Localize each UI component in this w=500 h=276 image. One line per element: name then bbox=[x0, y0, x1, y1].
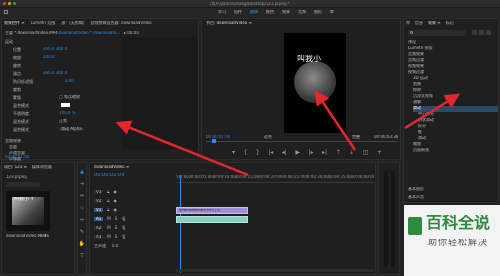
arrow-to-effect-folder bbox=[404, 93, 461, 130]
arrow-to-video bbox=[314, 89, 357, 151]
arrow-to-blend-mode bbox=[115, 120, 249, 177]
annotation-arrows bbox=[115, 89, 461, 177]
